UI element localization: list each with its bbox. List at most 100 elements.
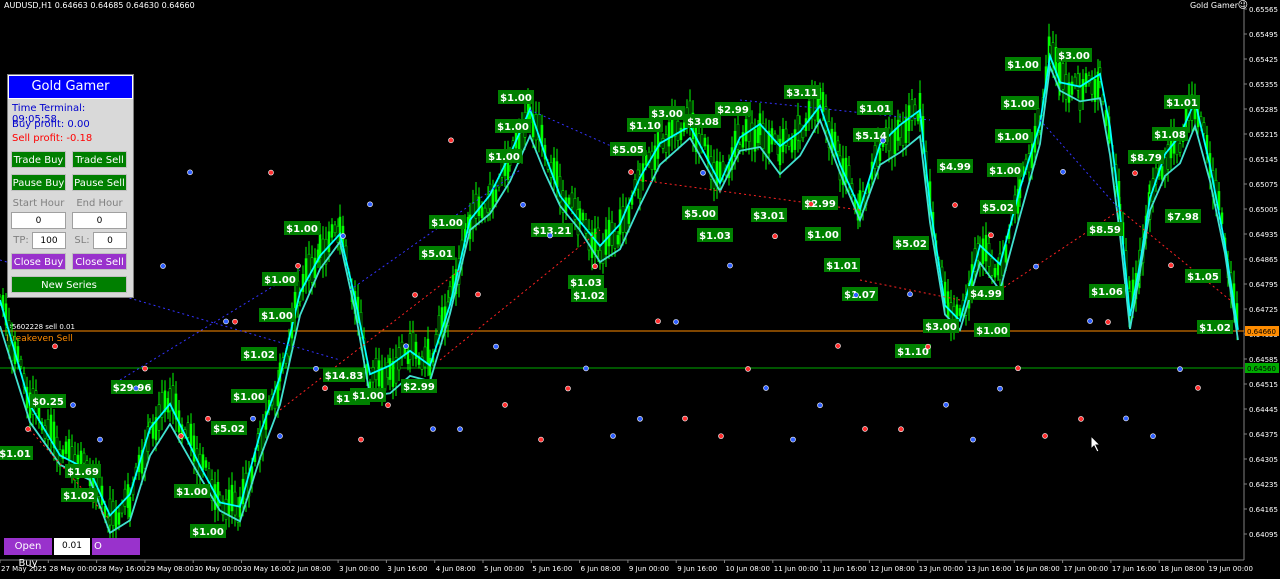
trade-marker (880, 137, 886, 144)
time-tick-label: 3 Jun 00:00 (339, 565, 379, 573)
profit-label: $7.98 (1167, 212, 1199, 223)
trade-marker (1150, 433, 1156, 439)
trade-marker (205, 415, 211, 422)
trade-marker (52, 343, 58, 350)
profit-label: $1.00 (807, 230, 839, 241)
price-tick-label: 0.64095 (1249, 531, 1278, 539)
profit-label: $1.07 (844, 290, 876, 301)
new-series-button[interactable]: New Series (11, 276, 127, 293)
trade-marker (628, 169, 634, 175)
time-tick-label: 30 May 00:00 (194, 565, 242, 573)
profit-label: $2.99 (403, 382, 435, 393)
candle-body (494, 189, 498, 202)
candle-body (890, 131, 894, 158)
profit-label: $5.01 (421, 249, 453, 260)
candle-body (204, 460, 208, 468)
time-tick-label: 17 Jun 00:00 (1064, 565, 1108, 573)
time-tick-label: 3 Jun 16:00 (387, 565, 427, 573)
candle-body (327, 231, 331, 253)
trade-marker (952, 202, 958, 208)
profit-label: $1.00 (976, 326, 1008, 337)
trade-marker (223, 318, 229, 325)
candle-body (233, 491, 237, 516)
open-sell-button[interactable]: O (92, 538, 140, 555)
profit-label: $8.59 (1089, 225, 1121, 236)
trade-line (349, 169, 521, 291)
price-chart[interactable]: 0.65565 0.65495 0.65425 0.65355 0.65285 0.652… (0, 0, 1280, 579)
profit-label: $5.00 (684, 209, 716, 220)
profit-label: $1.06 (1091, 287, 1123, 298)
candle-body (213, 484, 217, 510)
trade-marker (340, 233, 346, 239)
chart-area[interactable]: 0.65565 0.65495 0.65425 0.65355 0.65285 0.652… (0, 0, 1280, 579)
trade-sell-button[interactable]: Trade Sell (72, 151, 127, 168)
pause-sell-button[interactable]: Pause Sell (72, 174, 127, 191)
candle-body (644, 154, 648, 166)
time-tick-label: 4 Jun 08:00 (436, 565, 476, 573)
trade-marker (1042, 433, 1048, 439)
time-tick-label: 6 Jun 08:00 (581, 565, 621, 573)
candle-body (216, 481, 220, 509)
candle-body (1078, 84, 1082, 111)
time-tick-label: 9 Jun 16:00 (677, 565, 717, 573)
trade-marker (592, 263, 598, 270)
profit-label: $1.10 (897, 347, 929, 358)
trade-marker (907, 291, 913, 297)
trade-marker (313, 365, 319, 372)
profit-label: $1.02 (573, 291, 605, 302)
candle-body (916, 113, 920, 122)
profit-label: $1.00 (233, 392, 265, 403)
candle-body (990, 257, 994, 276)
sl-input[interactable]: 0 (93, 232, 127, 249)
time-tick-label: 17 Jun 16:00 (1112, 565, 1156, 573)
candle-body (448, 286, 452, 298)
end-hour-input[interactable]: 0 (72, 212, 127, 229)
candle-body (607, 219, 611, 247)
price-tick-label: 0.65355 (1249, 81, 1278, 89)
time-tick-label: 30 May 16:00 (243, 565, 291, 573)
time-tick-label: 28 May 16:00 (98, 565, 146, 573)
trade-marker (97, 436, 103, 443)
candle-body (650, 150, 654, 170)
profit-label: $8.79 (1130, 153, 1162, 164)
trade-marker (475, 291, 481, 298)
trade-marker (565, 385, 571, 392)
price-tick-label: 0.64165 (1249, 506, 1278, 514)
candle-body (996, 262, 1000, 276)
trade-marker (25, 426, 31, 432)
candle-body (224, 498, 228, 520)
profit-label: $1.02 (63, 491, 95, 502)
trade-marker (772, 233, 778, 240)
profit-label: $1.00 (192, 527, 224, 538)
trade-marker (862, 426, 868, 432)
candle-body (667, 122, 671, 147)
ea-name: Gold Gamer (1189, 1, 1238, 10)
profit-label: $1.01 (859, 104, 891, 115)
close-sell-button[interactable]: Close Sell (72, 253, 127, 270)
candle-body (756, 127, 760, 143)
tp-input[interactable]: 100 (32, 232, 66, 249)
profit-label: $1.00 (1007, 60, 1039, 71)
open-buy-button[interactable]: Open Buy (4, 538, 52, 569)
start-hour-input[interactable]: 0 (11, 212, 66, 229)
candle-body (1090, 78, 1094, 95)
symbol-info: AUDUSD,H1 0.64663 0.64685 0.64630 0.6466… (4, 1, 195, 10)
price-tick-label: 0.65005 (1249, 206, 1278, 214)
profit-label: $1.03 (570, 278, 602, 289)
candle-body (896, 119, 900, 141)
pause-buy-button[interactable]: Pause Buy (11, 174, 66, 191)
tp-label: TP: (13, 235, 29, 246)
lot-size-input[interactable]: 0.01 (54, 538, 90, 555)
trade-marker (1168, 262, 1174, 269)
current-price-label: 0.64660 (1247, 328, 1276, 336)
price-tick-label: 0.64375 (1249, 431, 1278, 439)
candle-body (128, 496, 132, 518)
trade-buy-button[interactable]: Trade Buy (11, 151, 66, 168)
close-buy-button[interactable]: Close Buy (11, 253, 66, 270)
profit-label: $1.01 (0, 449, 31, 460)
trade-marker (817, 402, 823, 409)
price-tick-label: 0.64515 (1249, 381, 1278, 389)
candle-body (998, 253, 1002, 281)
candle-body (627, 205, 631, 224)
trade-marker (430, 426, 436, 432)
